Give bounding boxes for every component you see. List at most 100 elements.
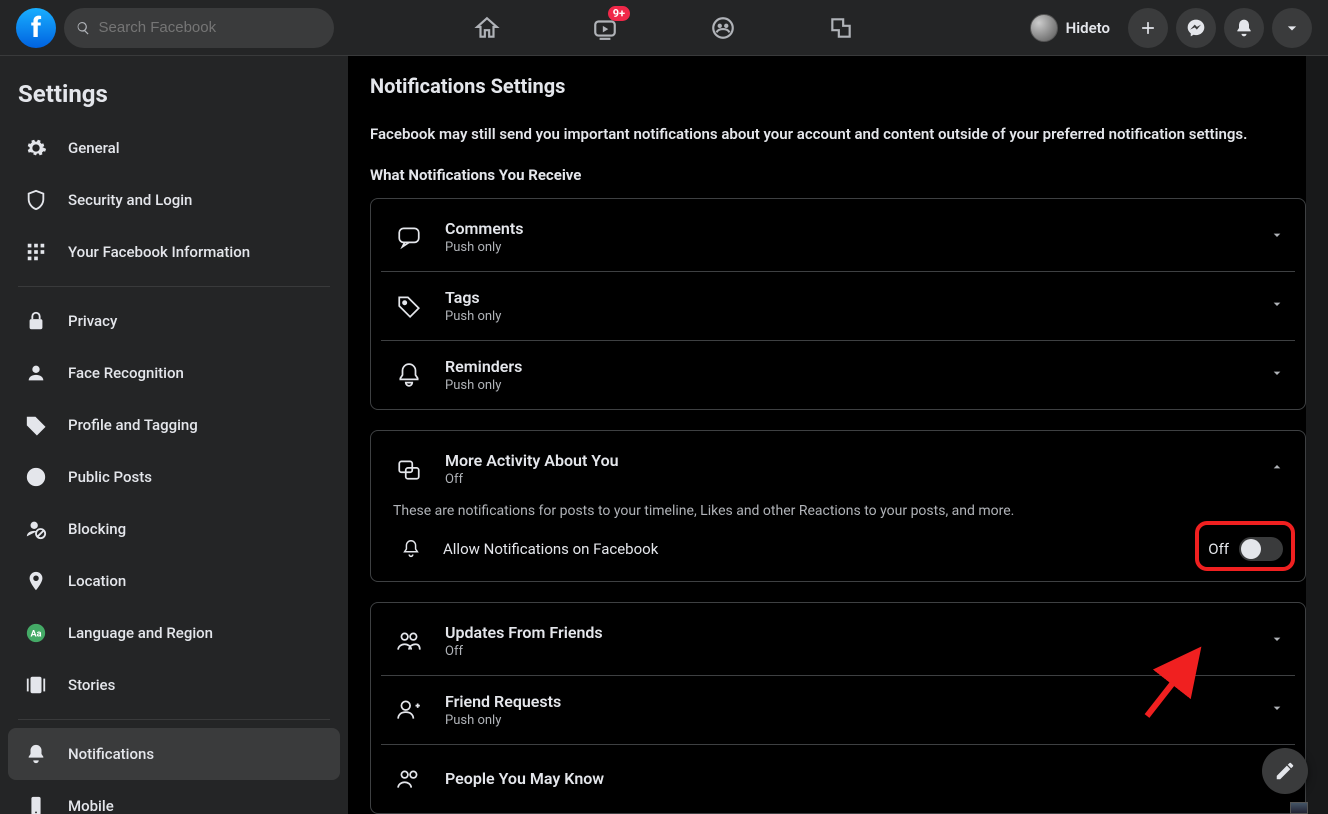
face-icon (18, 355, 54, 391)
toggle-control[interactable]: Off (1208, 537, 1283, 561)
sidebar-item-your-facebook-information[interactable]: Your Facebook Information (8, 226, 340, 278)
settings-sidebar: Settings GeneralSecurity and LoginYour F… (0, 56, 348, 814)
search-input[interactable] (99, 19, 322, 36)
facebook-logo-icon[interactable]: f (16, 8, 56, 48)
svg-text:Aa: Aa (30, 630, 41, 640)
plus-icon (1138, 18, 1158, 38)
chevron-down-icon (1282, 18, 1302, 38)
sidebar-item-notifications[interactable]: Notifications (8, 728, 340, 780)
profile-chip[interactable]: Hideto (1026, 10, 1120, 46)
sidebar-item-label: Blocking (68, 520, 126, 538)
page-description: Facebook may still send you important no… (370, 124, 1306, 144)
sidebar-item-blocking[interactable]: Blocking (8, 503, 340, 555)
toggle-knob (1241, 539, 1261, 559)
sidebar-item-label: Privacy (68, 312, 117, 330)
row-tags[interactable]: TagsPush only (381, 271, 1295, 340)
card-basic-notifications: CommentsPush onlyTagsPush onlyRemindersP… (370, 198, 1306, 410)
sidebar-item-security-and-login[interactable]: Security and Login (8, 174, 340, 226)
expand-caret[interactable] (1269, 631, 1285, 651)
grid-icon (18, 234, 54, 270)
comment-icon (391, 219, 427, 255)
row-sub: Off (445, 472, 1269, 487)
nav-home[interactable] (432, 2, 542, 54)
messenger-button[interactable] (1176, 8, 1216, 48)
tag-icon (18, 407, 54, 443)
toggle-state-text: Off (1208, 540, 1229, 558)
row-sub: Push only (445, 378, 1269, 393)
section-subheading: What Notifications You Receive (370, 166, 1306, 184)
search-field[interactable] (64, 8, 334, 48)
row-people-you-may-know[interactable]: People You May Know (381, 744, 1295, 813)
scrollbar-track[interactable] (1306, 56, 1328, 814)
bell-icon (18, 736, 54, 772)
sidebar-item-mobile[interactable]: Mobile (8, 780, 340, 814)
friendreq-icon (391, 692, 427, 728)
account-menu-button[interactable] (1272, 8, 1312, 48)
collapse-caret[interactable] (1269, 459, 1285, 479)
sidebar-item-label: Public Posts (68, 468, 152, 486)
sidebar-item-label: Mobile (68, 797, 114, 814)
bell-outline-icon (393, 538, 429, 560)
card-more-activity: More Activity About You Off These are no… (370, 430, 1306, 582)
sidebar-item-language-and-region[interactable]: AaLanguage and Region (8, 607, 340, 659)
row-title: Tags (445, 288, 1269, 308)
nav-groups[interactable] (668, 2, 778, 54)
messenger-icon (1186, 18, 1206, 38)
row-sub: Push only (445, 240, 1269, 255)
friends-icon (391, 623, 427, 659)
pin-icon (18, 563, 54, 599)
tag-icon (391, 288, 427, 324)
row-updates-from-friends[interactable]: Updates From FriendsOff (371, 603, 1305, 675)
expand-caret[interactable] (1269, 227, 1285, 247)
expand-caret[interactable] (1269, 365, 1285, 385)
expand-caret[interactable] (1269, 296, 1285, 316)
row-friend-requests[interactable]: Friend RequestsPush only (381, 675, 1295, 744)
row-title: Updates From Friends (445, 623, 1269, 643)
sidebar-item-privacy[interactable]: Privacy (8, 295, 340, 347)
header-right: Hideto (1026, 8, 1312, 48)
card-friends-notifications: Updates From FriendsOffFriend RequestsPu… (370, 602, 1306, 814)
sidebar-item-label: Face Recognition (68, 364, 184, 382)
row-more-activity[interactable]: More Activity About You Off (371, 431, 1305, 503)
row-sub: Push only (445, 309, 1269, 324)
nav-gaming[interactable] (786, 2, 896, 54)
lang-icon: Aa (18, 615, 54, 651)
row-title: Reminders (445, 357, 1269, 377)
minimized-chat[interactable] (1290, 802, 1308, 814)
search-icon (76, 20, 91, 36)
compose-fab[interactable] (1262, 748, 1308, 794)
people-icon (391, 761, 427, 797)
sidebar-item-label: Stories (68, 676, 115, 694)
gear-icon (18, 130, 54, 166)
sidebar-separator (18, 286, 330, 287)
stories-icon (18, 667, 54, 703)
block-icon (18, 511, 54, 547)
row-comments[interactable]: CommentsPush only (371, 199, 1305, 271)
sidebar-item-face-recognition[interactable]: Face Recognition (8, 347, 340, 399)
top-header: f 9+ Hideto (0, 0, 1328, 56)
sidebar-item-location[interactable]: Location (8, 555, 340, 607)
sidebar-item-label: Your Facebook Information (68, 243, 250, 261)
mobile-icon (18, 788, 54, 814)
row-reminders[interactable]: RemindersPush only (381, 340, 1295, 409)
watch-badge: 9+ (608, 6, 630, 21)
row-sub: Push only (445, 713, 1269, 728)
sidebar-item-label: Notifications (68, 745, 154, 763)
row-title: More Activity About You (445, 451, 1269, 471)
sidebar-item-profile-and-tagging[interactable]: Profile and Tagging (8, 399, 340, 451)
notifications-button[interactable] (1224, 8, 1264, 48)
create-button[interactable] (1128, 8, 1168, 48)
groups-icon (710, 15, 736, 41)
row-title: Comments (445, 219, 1269, 239)
profile-name: Hideto (1066, 19, 1110, 37)
home-icon (474, 15, 500, 41)
sidebar-item-public-posts[interactable]: Public Posts (8, 451, 340, 503)
toggle-switch[interactable] (1239, 537, 1283, 561)
nav-watch[interactable]: 9+ (550, 2, 660, 54)
expand-caret[interactable] (1269, 700, 1285, 720)
center-nav: 9+ (432, 0, 896, 56)
sidebar-item-stories[interactable]: Stories (8, 659, 340, 711)
toggle-label: Allow Notifications on Facebook (443, 540, 1208, 558)
sidebar-item-general[interactable]: General (8, 122, 340, 174)
bell-icon (1234, 18, 1254, 38)
